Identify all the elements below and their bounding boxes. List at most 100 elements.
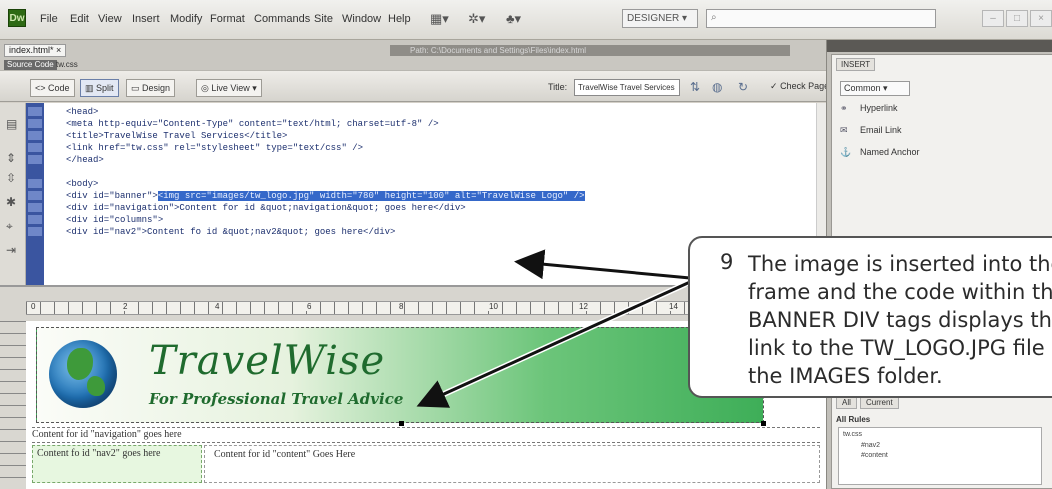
ruler-tick: 2 <box>122 302 129 311</box>
vertical-ruler <box>0 321 26 489</box>
code-line[interactable]: <head> <box>66 107 98 117</box>
workspace-switcher[interactable]: DESIGNER ▾ <box>622 9 698 28</box>
step-text: The image is inserted into the frame and… <box>748 252 1052 388</box>
design-icon: ▭ <box>131 83 140 93</box>
all-rules-label: All Rules <box>836 415 871 424</box>
insert-email-link[interactable]: ✉ Email Link <box>840 125 902 136</box>
insert-category-label: Common <box>844 83 881 93</box>
title-label: Title: <box>548 82 568 92</box>
line-numbers <box>26 103 44 285</box>
code-view-button[interactable]: <> Code <box>30 79 75 97</box>
menu-insert[interactable]: Insert <box>132 13 160 25</box>
anchor-icon: ⚓ <box>840 147 852 157</box>
insert-panel: INSERT Common ▾ ⚭ Hyperlink ✉ Email Link ⚓… <box>831 54 1052 264</box>
site-manager-icon[interactable]: ♣▾ <box>506 11 521 27</box>
line-marker <box>28 119 42 128</box>
check-page-button[interactable]: ✓ Check Page <box>770 81 829 92</box>
split-view-button[interactable]: ▥ Split <box>80 79 119 97</box>
open-documents-icon[interactable]: ▤ <box>6 117 17 131</box>
live-view-icon: ◎ <box>201 83 209 93</box>
ruler-tick: 8 <box>398 302 405 311</box>
preview-browser-icon[interactable]: ◍ <box>712 80 722 94</box>
chevron-down-icon: ▾ <box>682 13 688 24</box>
search-icon: ⌕ <box>711 12 717 23</box>
line-marker <box>28 191 42 200</box>
menu-edit[interactable]: Edit <box>70 13 89 25</box>
file-management-icon[interactable]: ⇅ <box>690 80 700 94</box>
insert-item-label: Named Anchor <box>860 147 920 157</box>
line-marker <box>28 107 42 116</box>
nav2-div[interactable]: Content fo id "nav2" goes here <box>32 445 202 483</box>
insert-category-select[interactable]: Common ▾ <box>840 81 910 96</box>
indent-code-icon[interactable]: ⇥ <box>6 243 16 257</box>
navigation-div[interactable]: Content for id "navigation" goes here <box>32 427 820 443</box>
content-div[interactable]: Content for id "content" Goes Here <box>214 449 355 460</box>
help-search-input[interactable]: ⌕ <box>706 9 936 28</box>
code-icon: <> <box>35 83 46 93</box>
check-icon: ✓ <box>770 81 778 91</box>
menu-help[interactable]: Help <box>388 13 411 25</box>
layout-grid-icon[interactable]: ▦▾ <box>430 11 449 27</box>
code-line[interactable]: <meta http-equiv="Content-Type" content=… <box>66 119 439 129</box>
selected-img-tag[interactable]: <img src="images/tw_logo.jpg" width="780… <box>157 191 585 201</box>
design-view-button[interactable]: ▭ Design <box>126 79 176 97</box>
css-rule-file[interactable]: tw.css <box>843 431 862 438</box>
dreamweaver-logo-icon: Dw <box>8 9 26 27</box>
menu-commands[interactable]: Commands <box>254 13 310 25</box>
menu-window[interactable]: Window <box>342 13 381 25</box>
page-title-input[interactable]: TravelWise Travel Services <box>574 79 680 96</box>
ruler-tick: 14 <box>668 302 679 311</box>
document-tab-name: index.html* <box>9 45 54 55</box>
refresh-icon[interactable]: ↻ <box>738 80 748 94</box>
insert-hyperlink[interactable]: ⚭ Hyperlink <box>840 103 898 114</box>
live-view-button[interactable]: ◎ Live View ▾ <box>196 79 262 97</box>
design-view-label: Design <box>142 83 171 93</box>
menu-site[interactable]: Site <box>314 13 333 25</box>
menu-bar: Dw File Edit View Insert Modify Format C… <box>0 0 1052 40</box>
close-icon[interactable]: × <box>56 45 61 55</box>
resize-handle[interactable] <box>761 421 766 426</box>
banner-code-line[interactable]: <div id="banner"><img src="images/tw_log… <box>66 191 585 201</box>
menu-format[interactable]: Format <box>210 13 245 25</box>
code-line[interactable]: <link href="tw.css" rel="stylesheet" typ… <box>66 143 363 153</box>
code-line[interactable]: </head> <box>66 155 104 165</box>
expand-all-icon[interactable]: ⇳ <box>6 171 16 185</box>
banner-div-open-tag: <div id="banner"> <box>66 191 158 201</box>
code-line[interactable]: <body> <box>66 179 98 189</box>
document-tab[interactable]: index.html* × <box>4 44 67 57</box>
code-line[interactable]: <div id="nav2">Content fo id &quot;nav2&… <box>66 227 395 237</box>
insert-named-anchor[interactable]: ⚓ Named Anchor <box>840 147 920 158</box>
resize-handle[interactable] <box>399 421 404 426</box>
menu-modify[interactable]: Modify <box>170 13 202 25</box>
email-icon: ✉ <box>840 125 848 135</box>
chevron-down-icon: ▾ <box>883 83 888 93</box>
line-marker <box>28 155 42 164</box>
related-file-tab[interactable]: tw.css <box>56 60 78 69</box>
ruler-tick: 6 <box>306 302 313 311</box>
panel-dock-header <box>827 40 1052 52</box>
css-rule[interactable]: #nav2 <box>861 442 880 449</box>
apply-comment-icon[interactable]: ⌖ <box>6 219 13 234</box>
ruler-tick: 0 <box>30 302 37 311</box>
css-styles-panel: All Current All Rules tw.css #nav2 #cont… <box>831 392 1052 489</box>
menu-file[interactable]: File <box>40 13 58 25</box>
extensions-gear-icon[interactable]: ✲▾ <box>468 11 485 27</box>
menu-view[interactable]: View <box>98 13 122 25</box>
coding-toolbar: ▤ ⇕ ⇳ ✱ ⌖ ⇥ <box>0 103 26 285</box>
code-line[interactable]: <div id="navigation">Content for id &quo… <box>66 203 466 213</box>
minimize-button[interactable]: – <box>982 10 1004 27</box>
source-code-tab[interactable]: Source Code <box>4 60 57 70</box>
document-path: Path: C:\Documents and Settings\Files\in… <box>390 45 790 56</box>
collapse-tag-icon[interactable]: ⇕ <box>6 151 16 165</box>
close-window-button[interactable]: × <box>1030 10 1052 27</box>
insert-tab[interactable]: INSERT <box>836 58 876 71</box>
css-rules-tree[interactable]: tw.css #nav2 #content <box>838 427 1042 485</box>
logo-title: TravelWise <box>149 338 386 384</box>
code-line[interactable]: <title>TravelWise Travel Services</title… <box>66 131 287 141</box>
document-tab-bar: index.html* × Path: C:\Documents and Set… <box>0 40 826 70</box>
css-rule[interactable]: #content <box>861 452 888 459</box>
select-parent-tag-icon[interactable]: ✱ <box>6 195 16 209</box>
code-line[interactable]: <div id="columns"> <box>66 215 163 225</box>
banner-image[interactable]: TravelWise For Professional Travel Advic… <box>36 327 766 426</box>
maximize-button[interactable]: □ <box>1006 10 1028 27</box>
